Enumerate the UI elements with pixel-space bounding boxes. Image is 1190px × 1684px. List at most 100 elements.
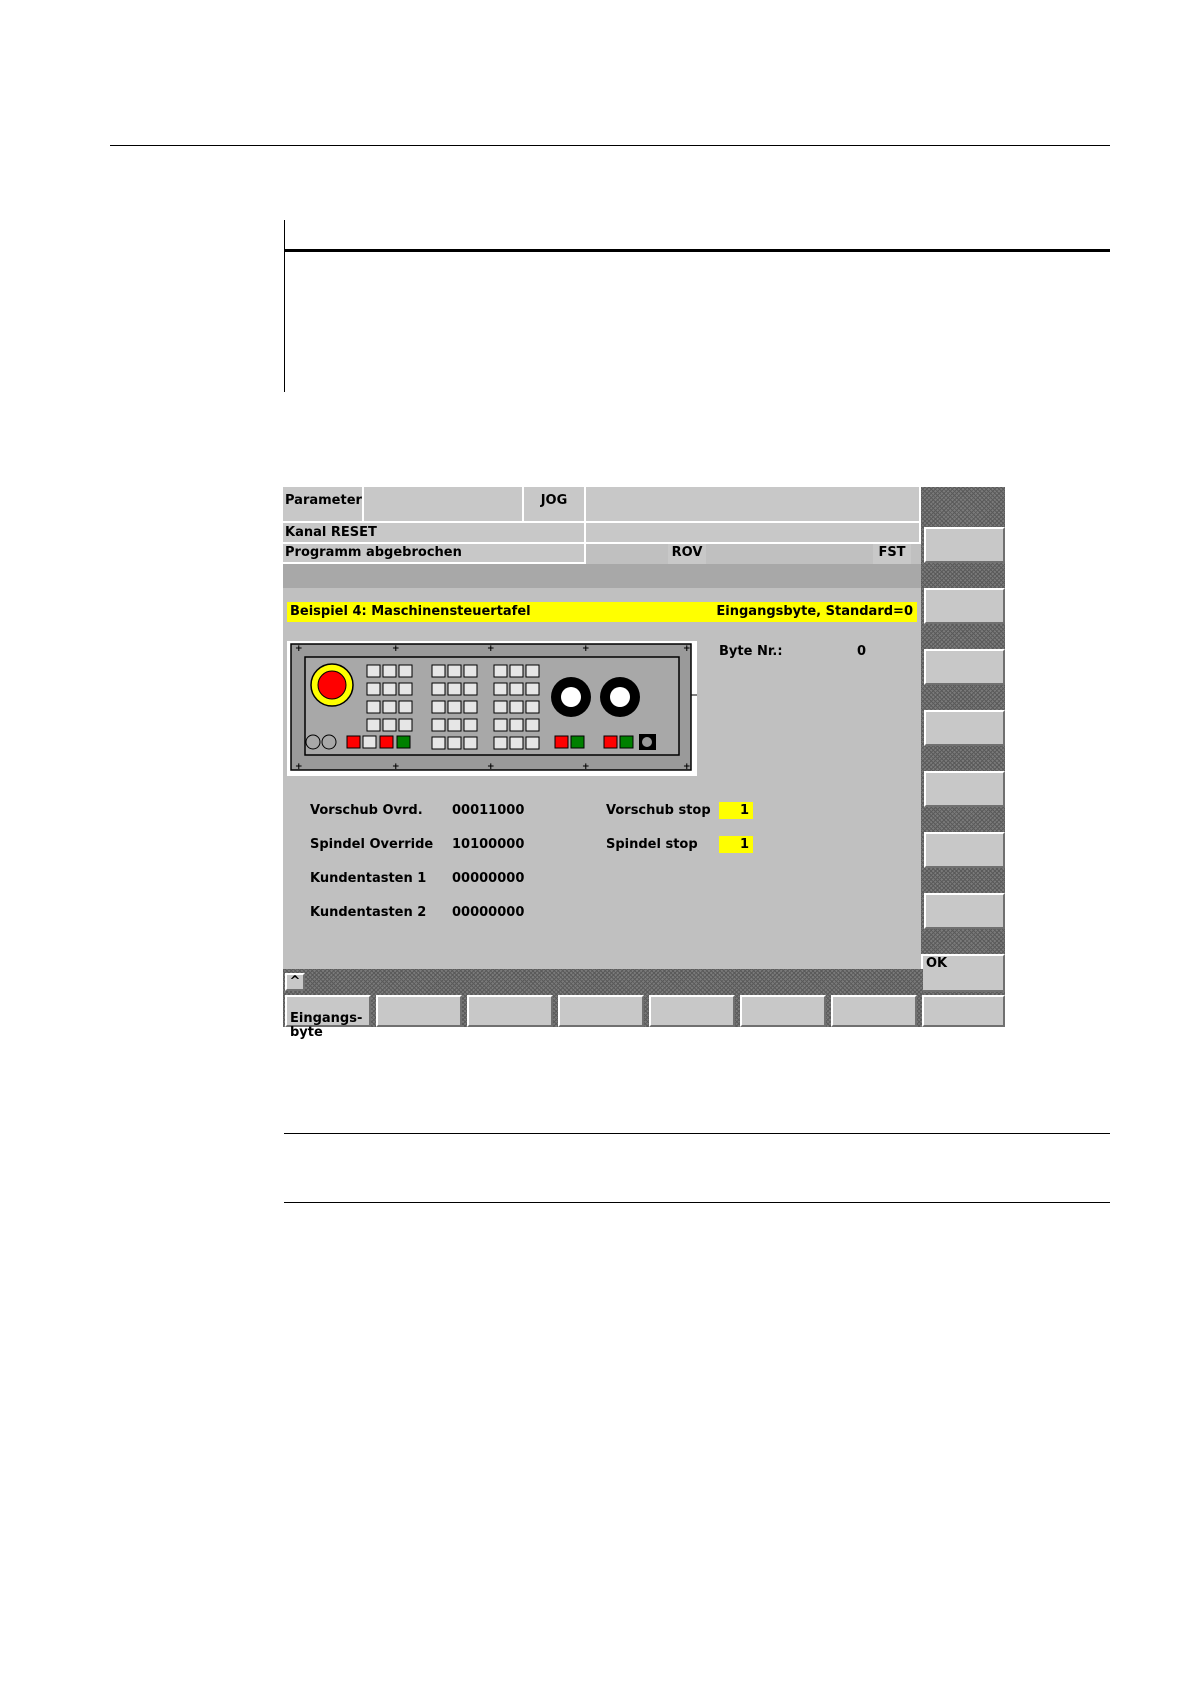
panel-key <box>509 682 524 696</box>
right-softkey-1[interactable] <box>924 527 1005 563</box>
panel-key <box>525 700 540 714</box>
panel-key <box>463 664 478 678</box>
bottom-softkey-6[interactable] <box>740 995 826 1027</box>
field-empty-2 <box>586 487 921 523</box>
bottom-softkey-input-byte[interactable]: Eingangs- byte <box>285 995 371 1040</box>
panel-key <box>493 718 508 732</box>
panel-key <box>382 682 397 696</box>
panel-key <box>525 736 540 750</box>
panel-key <box>382 664 397 678</box>
param-label: Vorschub Ovrd. <box>310 803 423 818</box>
right-softkey-5[interactable] <box>924 771 1005 807</box>
channel-status-label: Kanal RESET <box>285 525 377 540</box>
param-value: 00000000 <box>452 871 525 886</box>
panel-key <box>463 736 478 750</box>
right-softkey-7[interactable] <box>924 893 1005 929</box>
field-empty-3 <box>586 523 921 544</box>
panel-key <box>493 664 508 678</box>
field-mode: JOG <box>524 487 586 523</box>
right-softkey-6[interactable] <box>924 832 1005 868</box>
bottom-softkey-2[interactable] <box>376 995 462 1027</box>
panel-key <box>447 718 462 732</box>
svg-text:+: + <box>487 762 495 772</box>
program-status-label: Programm abgebrochen <box>285 545 462 560</box>
svg-text:+: + <box>582 644 590 654</box>
bottom-softkey-4[interactable] <box>558 995 644 1027</box>
header-separator <box>283 564 921 588</box>
panel-key <box>431 700 446 714</box>
machine-control-panel-image: + + + + + + + + + + <box>287 641 697 776</box>
right-softkey-3[interactable] <box>924 649 1005 685</box>
param-value: 10100000 <box>452 837 525 852</box>
rov-label: ROV <box>671 545 703 560</box>
bottom-softkey-5[interactable] <box>649 995 735 1027</box>
recall-button[interactable]: ^ <box>285 973 305 991</box>
byte-number-label: Byte Nr.: <box>719 644 783 659</box>
panel-key <box>463 682 478 696</box>
panel-key <box>366 718 381 732</box>
bottom-softkey-1-label: Eingangs- byte <box>290 1011 363 1040</box>
panel-key <box>509 718 524 732</box>
dialog-title-right: Eingangsbyte, Standard=0 <box>716 604 913 619</box>
panel-key <box>525 682 540 696</box>
panel-key <box>447 664 462 678</box>
panel-key <box>366 664 381 678</box>
param-value: 00000000 <box>452 905 525 920</box>
dialog-title-bar: Beispiel 4: Maschinensteuertafel Eingang… <box>287 602 917 622</box>
panel-key <box>447 736 462 750</box>
panel-key <box>431 718 446 732</box>
panel-key <box>382 700 397 714</box>
param-label: Kundentasten 1 <box>310 871 427 886</box>
panel-key <box>493 736 508 750</box>
svg-text:+: + <box>295 762 303 772</box>
svg-text:+: + <box>487 644 495 654</box>
svg-text:+: + <box>295 644 303 654</box>
panel-key <box>398 718 413 732</box>
right-softkey-2[interactable] <box>924 588 1005 624</box>
bottom-softkey-7[interactable] <box>831 995 917 1027</box>
spindle-stop-value[interactable]: 1 <box>719 836 753 853</box>
fst-indicator: FST <box>873 544 911 564</box>
panel-key <box>525 664 540 678</box>
section-title-rule <box>284 249 1110 252</box>
note-bottom-rule <box>284 1202 1110 1203</box>
dialog-title: Beispiel 4: Maschinensteuertafel <box>290 604 531 619</box>
page-top-rule <box>110 145 1110 146</box>
panel-key <box>398 682 413 696</box>
panel-key <box>509 664 524 678</box>
panel-key <box>493 700 508 714</box>
panel-key <box>509 736 524 750</box>
panel-key <box>366 682 381 696</box>
feed-stop-label: Vorschub stop <box>606 803 711 818</box>
panel-key <box>431 682 446 696</box>
recall-symbol: ^ <box>289 974 301 989</box>
program-status: Programm abgebrochen <box>283 544 586 564</box>
note-top-rule <box>284 1133 1110 1134</box>
field-parameter-label: Parameter <box>285 493 362 508</box>
panel-key <box>525 718 540 732</box>
field-empty-1 <box>364 487 524 523</box>
right-softkey-column <box>921 487 1005 1027</box>
svg-text:+: + <box>582 762 590 772</box>
hmi-screen: Parameter JOG Kanal RESET Programm abgeb… <box>283 487 1005 1040</box>
bottom-softkey-8[interactable] <box>922 995 1005 1027</box>
param-value: 00011000 <box>452 803 525 818</box>
bottom-softkey-3[interactable] <box>467 995 553 1027</box>
fst-label: FST <box>878 545 906 560</box>
spindle-stop-label: Spindel stop <box>606 837 698 852</box>
ok-softkey[interactable]: OK <box>921 954 1005 992</box>
panel-key <box>366 700 381 714</box>
panel-key <box>431 664 446 678</box>
feed-stop-value[interactable]: 1 <box>719 802 753 819</box>
svg-text:+: + <box>683 644 691 654</box>
param-label: Spindel Override <box>310 837 434 852</box>
machine-control-panel-drawing: + + + + + + + + + + <box>290 643 697 772</box>
field-parameter: Parameter <box>283 487 364 523</box>
panel-key <box>447 682 462 696</box>
panel-key <box>382 718 397 732</box>
param-label: Kundentasten 2 <box>310 905 427 920</box>
panel-key <box>398 700 413 714</box>
channel-status: Kanal RESET <box>283 523 586 544</box>
panel-key <box>463 718 478 732</box>
right-softkey-4[interactable] <box>924 710 1005 746</box>
